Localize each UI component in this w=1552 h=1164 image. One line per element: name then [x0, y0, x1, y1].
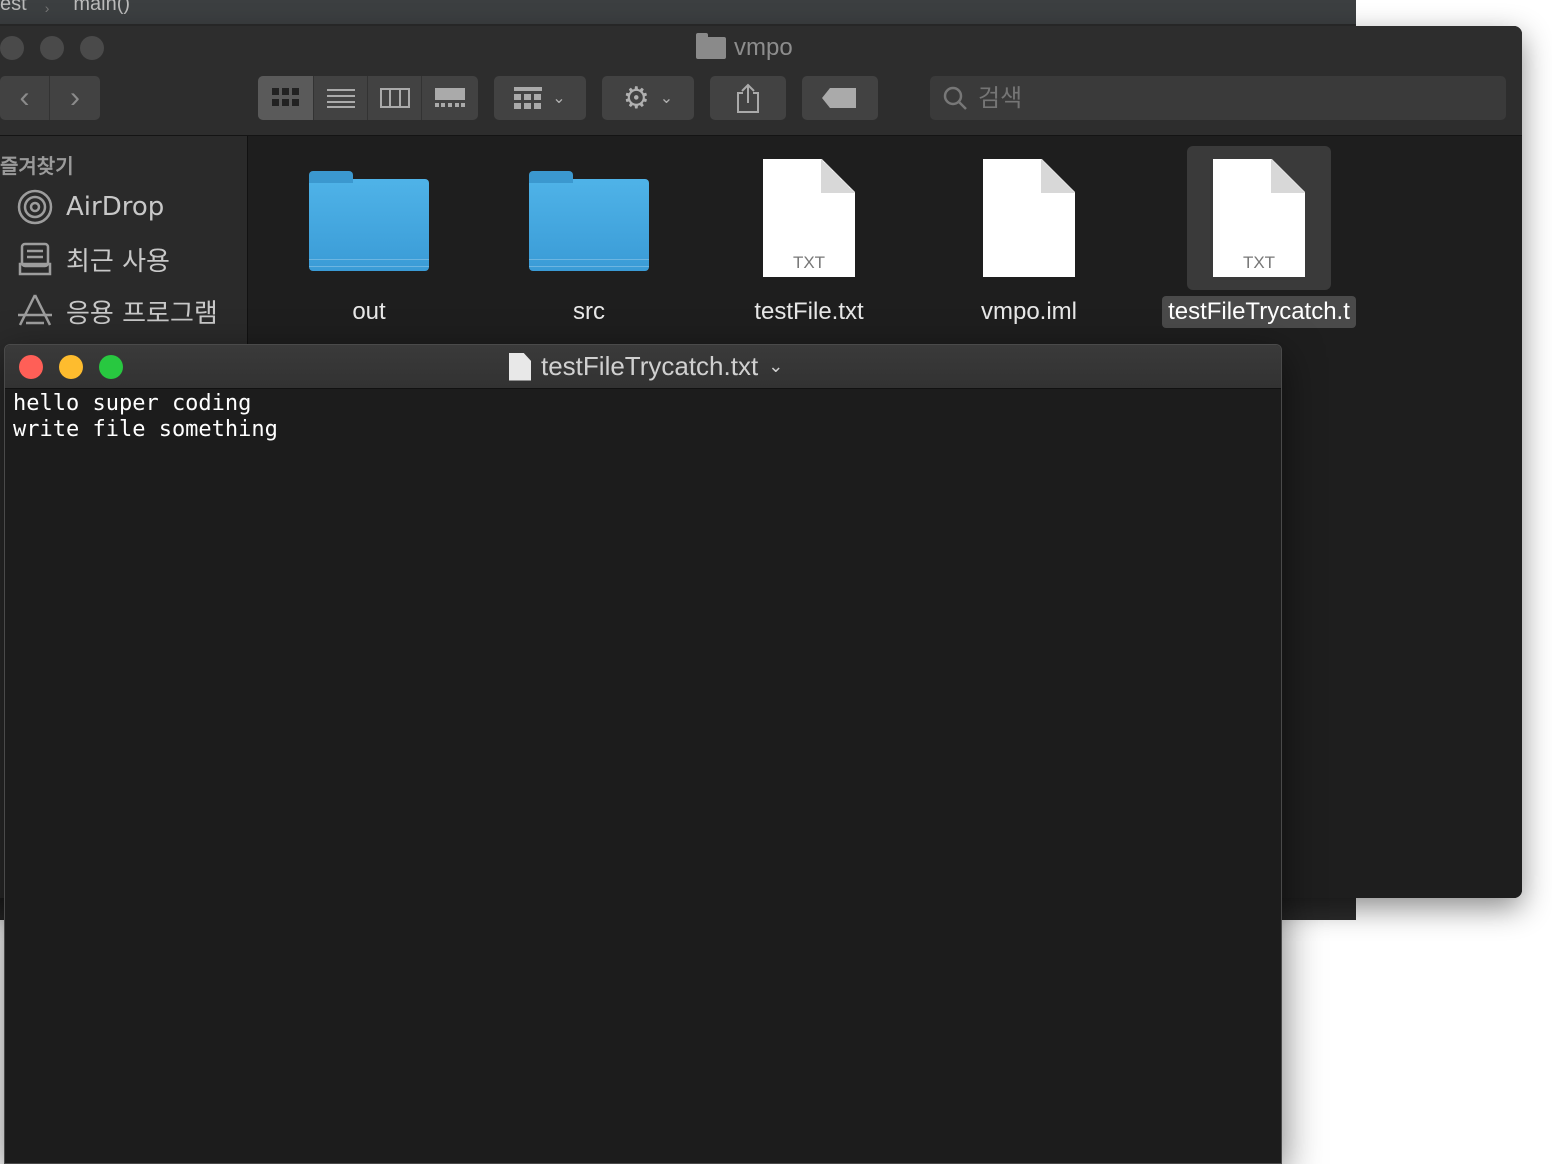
- tag-button[interactable]: [802, 76, 878, 120]
- file-item-testfile[interactable]: TXT testFile.txt: [709, 146, 909, 328]
- finder-close-button[interactable]: [0, 36, 24, 60]
- textedit-title[interactable]: testFileTrycatch.txt ⌄: [509, 351, 783, 382]
- sidebar-item-label: AirDrop: [66, 192, 165, 222]
- sidebar-item-recents[interactable]: 최근 사용: [16, 240, 170, 278]
- breadcrumb-method[interactable]: main(): [73, 0, 130, 14]
- recents-icon: [16, 240, 54, 278]
- text-document-icon: TXT: [763, 159, 855, 277]
- document-icon: [983, 159, 1075, 277]
- action-button[interactable]: ⚙ ⌄: [602, 76, 694, 120]
- minimize-button[interactable]: [59, 355, 83, 379]
- sidebar-item-applications[interactable]: 응용 프로그램: [16, 292, 218, 330]
- chevron-down-icon: ⌄: [552, 90, 566, 107]
- search-icon: [943, 86, 967, 110]
- text-line: hello super coding: [13, 391, 252, 416]
- columns-icon: [379, 88, 410, 108]
- finder-title-label: vmpo: [734, 34, 793, 61]
- gear-icon: ⚙: [622, 81, 650, 115]
- folder-icon: [309, 171, 429, 271]
- file-name: testFileTrycatch.t: [1162, 296, 1356, 328]
- applications-icon: [16, 292, 54, 330]
- airdrop-icon: [16, 188, 54, 226]
- file-item-testfiletrycatch[interactable]: TXT testFileTrycatch.t: [1149, 146, 1369, 328]
- back-button[interactable]: ‹: [0, 76, 50, 120]
- folder-icon: [529, 171, 649, 271]
- view-mode-group: [258, 76, 478, 120]
- share-button[interactable]: [710, 76, 786, 120]
- search-input[interactable]: [976, 83, 1456, 113]
- file-icon-wrap: TXT: [737, 146, 881, 290]
- sidebar-item-airdrop[interactable]: AirDrop: [16, 188, 164, 226]
- finder-zoom-button[interactable]: [80, 36, 104, 60]
- group-by-control[interactable]: ⌄: [494, 76, 586, 120]
- textedit-titlebar: testFileTrycatch.txt ⌄: [5, 345, 1281, 389]
- close-button[interactable]: [19, 355, 43, 379]
- file-icon-wrap: [957, 146, 1101, 290]
- group-by-button[interactable]: ⌄: [494, 76, 586, 120]
- textedit-window-controls: [19, 355, 123, 379]
- tag-control[interactable]: [802, 76, 878, 120]
- finder-titlebar: vmpo ‹ › ⌄ ⚙ ⌄ 검색: [0, 26, 1522, 136]
- search-field[interactable]: [930, 76, 1506, 120]
- nav-buttons: ‹ ›: [0, 76, 100, 120]
- gallery-icon: [435, 88, 465, 107]
- list-icon: [326, 89, 355, 108]
- grid-icon: [271, 88, 299, 106]
- share-icon: [737, 83, 759, 113]
- file-icon-wrap: TXT: [1187, 146, 1331, 290]
- gallery-view-button[interactable]: [422, 76, 478, 120]
- chevron-right-icon: ›: [70, 81, 80, 114]
- forward-button[interactable]: ›: [50, 76, 100, 120]
- finder-minimize-button[interactable]: [40, 36, 64, 60]
- sidebar-item-label: 응용 프로그램: [66, 298, 218, 329]
- page-fold-icon: [1271, 159, 1305, 193]
- file-name: vmpo.iml: [980, 298, 1077, 325]
- icon-view-button[interactable]: [258, 76, 314, 120]
- column-view-button[interactable]: [368, 76, 422, 120]
- breadcrumb-class[interactable]: est: [0, 0, 27, 14]
- text-editor-area[interactable]: hello super coding write file something: [13, 389, 1281, 1163]
- folder-icon: [696, 33, 726, 59]
- page-fold-icon: [1041, 159, 1075, 193]
- file-icon-wrap: [517, 146, 661, 290]
- file-icon-wrap: [297, 146, 441, 290]
- ide-breadcrumb: est › main(): [0, 0, 1356, 24]
- breadcrumb-separator-icon: ›: [44, 0, 50, 16]
- file-type-badge: TXT: [1242, 253, 1276, 272]
- chevron-down-icon: ⌄: [768, 356, 784, 376]
- text-document-icon: TXT: [1213, 159, 1305, 277]
- page-fold-icon: [821, 159, 855, 193]
- chevron-left-icon: ‹: [19, 81, 30, 114]
- chevron-down-icon: ⌄: [659, 90, 674, 107]
- textedit-window: testFileTrycatch.txt ⌄ hello super codin…: [4, 344, 1282, 1164]
- file-name: src: [573, 298, 605, 325]
- file-item-out[interactable]: out: [269, 146, 469, 328]
- file-item-vmpo-iml[interactable]: vmpo.iml: [929, 146, 1129, 328]
- group-grid-icon: [514, 87, 543, 109]
- file-type-badge: TXT: [792, 253, 826, 272]
- finder-window-controls: [0, 36, 104, 60]
- list-view-button[interactable]: [314, 76, 368, 120]
- share-control[interactable]: [710, 76, 786, 120]
- text-line: write file something: [13, 417, 278, 442]
- document-icon: [509, 352, 531, 381]
- tag-icon: [822, 88, 856, 108]
- sidebar-item-label: 최근 사용: [66, 246, 170, 277]
- file-name: out: [352, 298, 386, 325]
- file-item-src[interactable]: src: [489, 146, 689, 328]
- zoom-button[interactable]: [99, 355, 123, 379]
- textedit-title-label: testFileTrycatch.txt: [541, 351, 759, 381]
- action-control[interactable]: ⚙ ⌄: [602, 76, 694, 120]
- finder-title: vmpo: [696, 33, 793, 62]
- file-name: testFile.txt: [754, 298, 864, 325]
- sidebar-heading-favorites: 즐겨찾기: [0, 154, 74, 178]
